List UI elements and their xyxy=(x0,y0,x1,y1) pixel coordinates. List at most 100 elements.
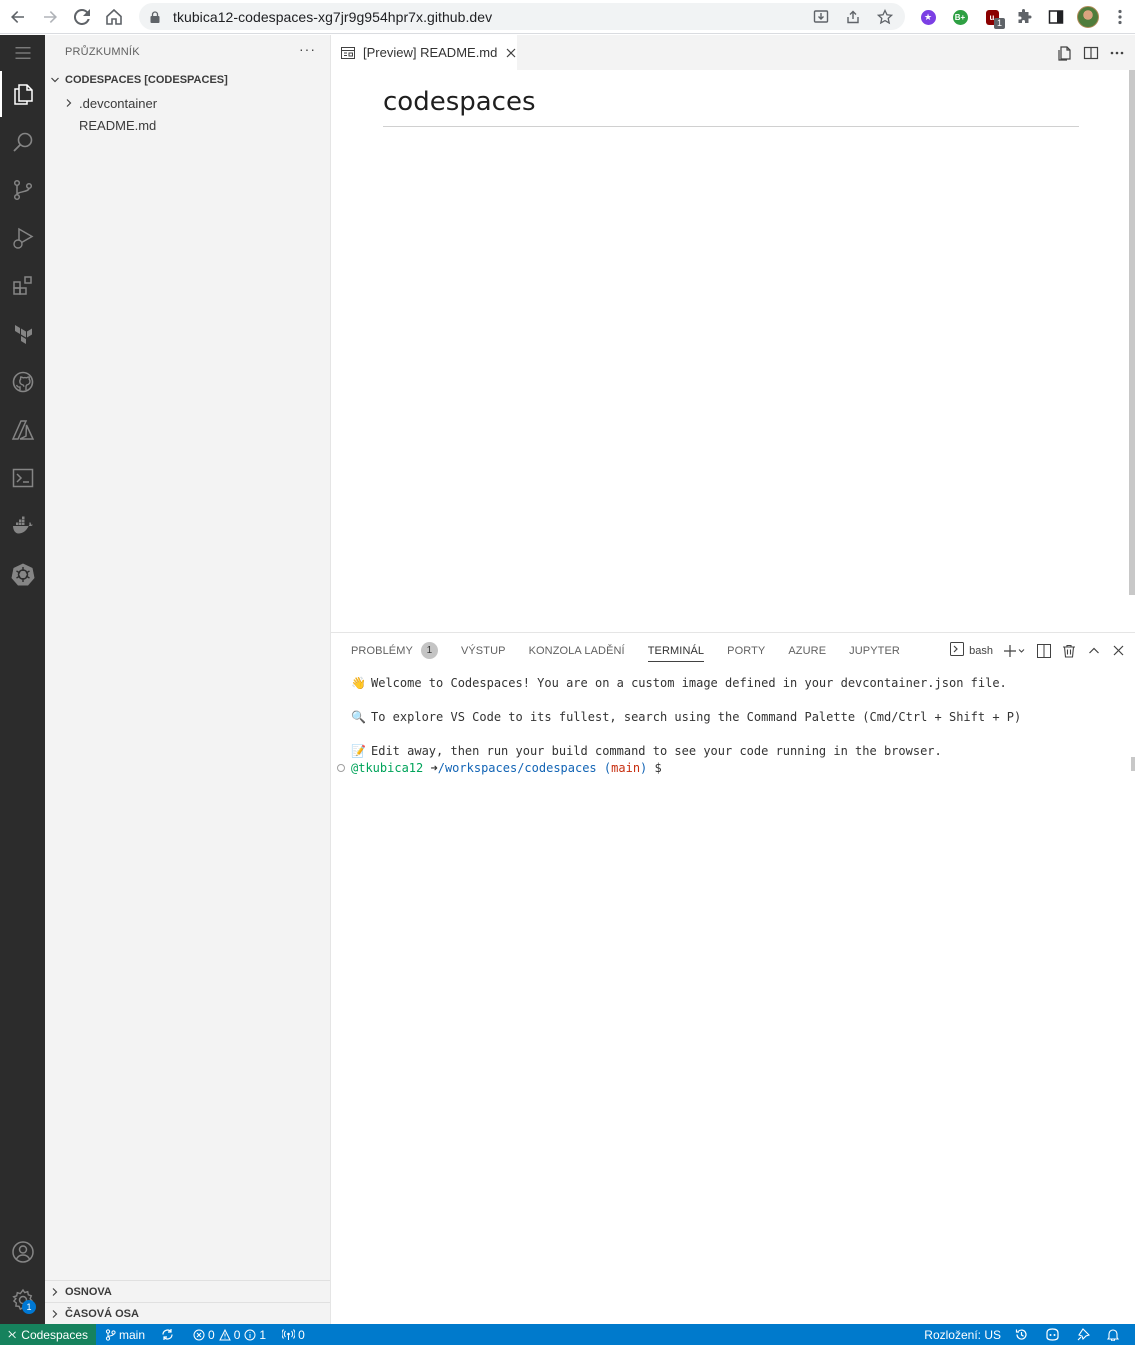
workspace-section-header[interactable]: CODESPACES [CODESPACES] xyxy=(45,69,330,91)
split-terminal-icon[interactable] xyxy=(1031,638,1056,664)
sync-icon xyxy=(162,1329,173,1340)
tab-jupyter[interactable]: JUPYTER xyxy=(849,633,900,668)
green-b-extension-icon[interactable]: B+ xyxy=(944,1,976,33)
ports-count: 0 xyxy=(298,1327,305,1342)
more-actions-icon[interactable]: ··· xyxy=(299,41,316,57)
run-debug-icon[interactable] xyxy=(0,215,45,261)
prompt-branch-close: ) xyxy=(640,761,648,775)
info-count: 1 xyxy=(259,1327,267,1342)
broadcast-icon xyxy=(282,1328,296,1340)
back-arrow-icon[interactable] xyxy=(2,1,34,33)
remote-indicator[interactable]: Codespaces xyxy=(0,1324,96,1345)
tree-item-devcontainer[interactable]: .devcontainer xyxy=(45,92,330,114)
terminal-profile[interactable]: bash xyxy=(950,638,999,664)
magnifier-icon: 🔍 xyxy=(351,710,366,724)
accounts-icon[interactable] xyxy=(0,1229,45,1275)
split-editor-icon[interactable] xyxy=(1078,40,1104,66)
feedback-icon[interactable] xyxy=(1070,1324,1100,1345)
tab-ports[interactable]: PORTY xyxy=(727,633,765,668)
browser-menu-icon[interactable] xyxy=(1104,1,1135,33)
ports-status[interactable]: 0 xyxy=(277,1324,310,1345)
remote-label: Codespaces xyxy=(21,1327,88,1342)
extensions-icon[interactable] xyxy=(0,263,45,309)
more-actions-icon[interactable] xyxy=(1104,40,1130,66)
warning-icon xyxy=(218,1328,231,1340)
reload-icon[interactable] xyxy=(66,1,98,33)
profile-avatar[interactable] xyxy=(1072,1,1104,33)
terminal-text: To explore VS Code to its fullest, searc… xyxy=(371,710,1022,724)
close-icon[interactable] xyxy=(506,48,516,58)
address-bar[interactable]: tkubica12-codespaces-xg7jr9g954hpr7x.git… xyxy=(139,3,905,30)
tab-readme-preview[interactable]: [Preview] README.md xyxy=(331,35,518,70)
kubernetes-icon[interactable] xyxy=(0,551,45,597)
tab-azure[interactable]: AZURE xyxy=(788,633,826,668)
keyboard-layout-status[interactable]: Rozložení: US xyxy=(917,1324,1008,1345)
lock-icon[interactable] xyxy=(148,10,162,24)
terminal-text: Welcome to Codespaces! You are on a cust… xyxy=(371,676,1007,690)
timeline-section-header[interactable]: ČASOVÁ OSA xyxy=(45,1302,330,1324)
terminal-text: Edit away, then run your build command t… xyxy=(371,744,942,758)
url-text[interactable]: tkubica12-codespaces-xg7jr9g954hpr7x.git… xyxy=(173,9,492,25)
new-terminal-plus-icon[interactable] xyxy=(999,638,1031,664)
editor-scrollbar[interactable] xyxy=(1129,70,1135,595)
source-control-icon[interactable] xyxy=(0,167,45,213)
heading-divider xyxy=(383,126,1079,127)
install-app-icon[interactable] xyxy=(805,3,837,30)
share-icon[interactable] xyxy=(837,3,869,30)
history-icon[interactable] xyxy=(1008,1324,1038,1345)
sidebar-title: PRŮZKUMNÍK xyxy=(65,46,140,58)
maximize-panel-icon[interactable] xyxy=(1081,638,1106,664)
editor-tab-strip: [Preview] README.md xyxy=(331,35,1135,70)
notifications-bell-icon[interactable] xyxy=(1100,1324,1129,1345)
warning-count: 0 xyxy=(233,1327,241,1342)
tab-output[interactable]: VÝSTUP xyxy=(461,633,506,668)
trash-icon[interactable] xyxy=(1056,638,1081,664)
settings-gear-icon[interactable]: 1 xyxy=(0,1277,45,1323)
terminal-scrollbar[interactable] xyxy=(1131,757,1135,771)
sync-status[interactable] xyxy=(156,1324,182,1345)
docker-icon[interactable] xyxy=(0,503,45,549)
open-source-icon[interactable] xyxy=(1052,40,1078,66)
activity-bar: 1 xyxy=(0,35,45,1324)
tab-debug-console[interactable]: KONZOLA LADĚNÍ xyxy=(529,633,625,668)
github-icon[interactable] xyxy=(0,359,45,405)
timeline-label: ČASOVÁ OSA xyxy=(65,1307,139,1320)
prompt-branch: main xyxy=(611,761,641,775)
close-panel-icon[interactable] xyxy=(1106,638,1131,664)
copilot-icon[interactable] xyxy=(1038,1324,1070,1345)
prompt-path: /workspaces/codespaces xyxy=(437,761,597,775)
menu-icon[interactable] xyxy=(0,35,45,71)
tree-item-readme[interactable]: README.md xyxy=(45,114,330,136)
tree-item-label: README.md xyxy=(79,117,157,133)
tab-problems[interactable]: PROBLÉMY 1 xyxy=(351,633,438,668)
tab-terminal[interactable]: TERMINÁL xyxy=(647,633,705,668)
terminal-remote-icon[interactable] xyxy=(0,455,45,501)
settings-badge: 1 xyxy=(22,1300,36,1314)
problems-status[interactable]: 0 0 1 xyxy=(188,1324,271,1345)
terraform-icon[interactable] xyxy=(0,311,45,357)
search-icon[interactable] xyxy=(0,119,45,165)
purple-star-extension-icon[interactable]: ★ xyxy=(912,1,944,33)
preview-heading: codespaces xyxy=(383,87,536,117)
error-icon xyxy=(193,1329,205,1340)
remote-icon xyxy=(8,1330,16,1339)
home-icon[interactable] xyxy=(98,1,130,33)
bookmark-star-icon[interactable] xyxy=(869,3,901,30)
branch-icon xyxy=(105,1328,116,1341)
explorer-files-icon[interactable] xyxy=(0,71,45,117)
prompt-decoration-icon[interactable] xyxy=(337,764,345,772)
chevron-right-icon xyxy=(63,98,75,108)
ublock-extension-icon[interactable]: u 1 xyxy=(976,1,1008,33)
problems-badge: 1 xyxy=(420,642,438,659)
side-panel-icon[interactable] xyxy=(1040,1,1072,33)
error-count: 0 xyxy=(208,1327,215,1342)
layout-label: Rozložení: US xyxy=(924,1327,1001,1342)
workspace-name: CODESPACES [CODESPACES] xyxy=(65,74,228,86)
outline-section-header[interactable]: OSNOVA xyxy=(45,1280,330,1302)
browser-toolbar: tkubica12-codespaces-xg7jr9g954hpr7x.git… xyxy=(0,0,1135,34)
panel-tabs: PROBLÉMY 1 VÝSTUP KONZOLA LADĚNÍ TERMINÁ… xyxy=(351,633,923,668)
branch-status[interactable]: main xyxy=(100,1324,150,1345)
forward-arrow-icon[interactable] xyxy=(34,1,66,33)
azure-icon[interactable] xyxy=(0,407,45,453)
extensions-puzzle-icon[interactable] xyxy=(1008,1,1040,33)
